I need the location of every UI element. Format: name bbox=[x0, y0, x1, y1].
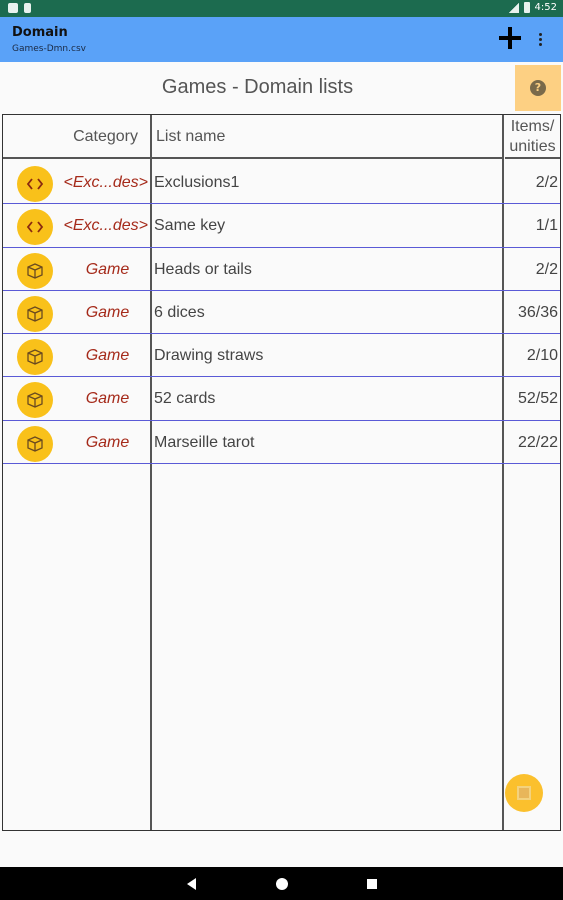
row-list-name: Drawing straws bbox=[154, 347, 264, 365]
table-row[interactable]: Game Heads or tails 2/2 bbox=[3, 248, 560, 291]
app-subtitle: Games-Dmn.csv bbox=[12, 44, 86, 54]
row-category: Game bbox=[85, 347, 130, 365]
page-header: Games - Domain lists ? bbox=[0, 62, 563, 114]
row-count: 2/10 bbox=[526, 347, 558, 365]
sd-card-icon bbox=[24, 3, 31, 13]
row-list-name: Same key bbox=[154, 217, 226, 235]
nav-back-icon[interactable] bbox=[187, 878, 196, 890]
row-category: <Exc...des> bbox=[63, 174, 149, 191]
app-bar: Domain Games-Dmn.csv bbox=[0, 17, 563, 62]
row-count: 2/2 bbox=[535, 260, 558, 278]
dice-icon[interactable] bbox=[17, 339, 53, 376]
nav-home-icon[interactable] bbox=[276, 878, 288, 890]
help-button[interactable]: ? bbox=[515, 65, 561, 111]
domain-lists-table: Category List name Items/ unities <Exc..… bbox=[2, 114, 561, 831]
header-list-name[interactable]: List name bbox=[152, 115, 503, 159]
row-category: Game bbox=[85, 260, 130, 278]
status-bar: 4:52 bbox=[0, 0, 563, 17]
status-time: 4:52 bbox=[534, 2, 557, 13]
table-row[interactable]: <Exc...des> Same key 1/1 bbox=[3, 204, 560, 248]
page-title: Games - Domain lists bbox=[161, 76, 354, 98]
table-row[interactable]: Game 6 dices 36/36 bbox=[3, 291, 560, 335]
help-icon: ? bbox=[530, 80, 546, 96]
row-count: 36/36 bbox=[517, 303, 558, 321]
code-brackets-icon[interactable] bbox=[17, 166, 53, 202]
row-list-name: Heads or tails bbox=[154, 260, 252, 278]
notification-icon bbox=[8, 3, 18, 13]
table-row[interactable]: Game 52 cards 52/52 bbox=[3, 377, 560, 421]
dice-icon[interactable] bbox=[17, 295, 53, 332]
dice-icon[interactable] bbox=[17, 252, 53, 289]
row-list-name: Marseille tarot bbox=[154, 433, 255, 451]
app-title: Domain bbox=[12, 25, 68, 40]
table-row[interactable]: Game Marseille tarot 22/22 bbox=[3, 421, 560, 465]
header-items-line1: Items/ bbox=[510, 118, 555, 135]
header-items-unities[interactable]: Items/ unities bbox=[505, 115, 560, 159]
header-category[interactable]: Category bbox=[3, 115, 150, 159]
save-button[interactable] bbox=[505, 774, 543, 812]
table-rows: <Exc...des> Exclusions1 2/2 <Exc...des> … bbox=[3, 161, 560, 465]
row-category: <Exc...des> bbox=[63, 217, 149, 235]
row-category: Game bbox=[85, 433, 130, 451]
row-list-name: 52 cards bbox=[154, 390, 216, 408]
row-category: Game bbox=[85, 390, 130, 408]
table-row[interactable]: Game Drawing straws 2/10 bbox=[3, 334, 560, 378]
dice-icon[interactable] bbox=[17, 382, 53, 419]
dice-icon[interactable] bbox=[17, 425, 53, 462]
nav-recents-icon[interactable] bbox=[367, 879, 377, 889]
signal-icon bbox=[508, 2, 519, 13]
system-nav-bar bbox=[0, 867, 563, 900]
table-row[interactable]: <Exc...des> Exclusions1 2/2 bbox=[3, 161, 560, 205]
row-count: 1/1 bbox=[535, 217, 558, 235]
row-count: 52/52 bbox=[517, 390, 558, 408]
row-category: Game bbox=[85, 303, 130, 321]
row-list-name: 6 dices bbox=[154, 303, 205, 321]
more-vert-icon[interactable] bbox=[533, 32, 547, 48]
row-count: 2/2 bbox=[535, 174, 558, 191]
code-brackets-icon[interactable] bbox=[17, 209, 53, 246]
row-count: 22/22 bbox=[517, 433, 558, 451]
battery-icon bbox=[523, 2, 530, 13]
save-icon bbox=[517, 786, 531, 800]
row-list-name: Exclusions1 bbox=[154, 174, 240, 191]
header-items-line2: unities bbox=[509, 138, 556, 155]
plus-icon[interactable] bbox=[497, 25, 523, 51]
